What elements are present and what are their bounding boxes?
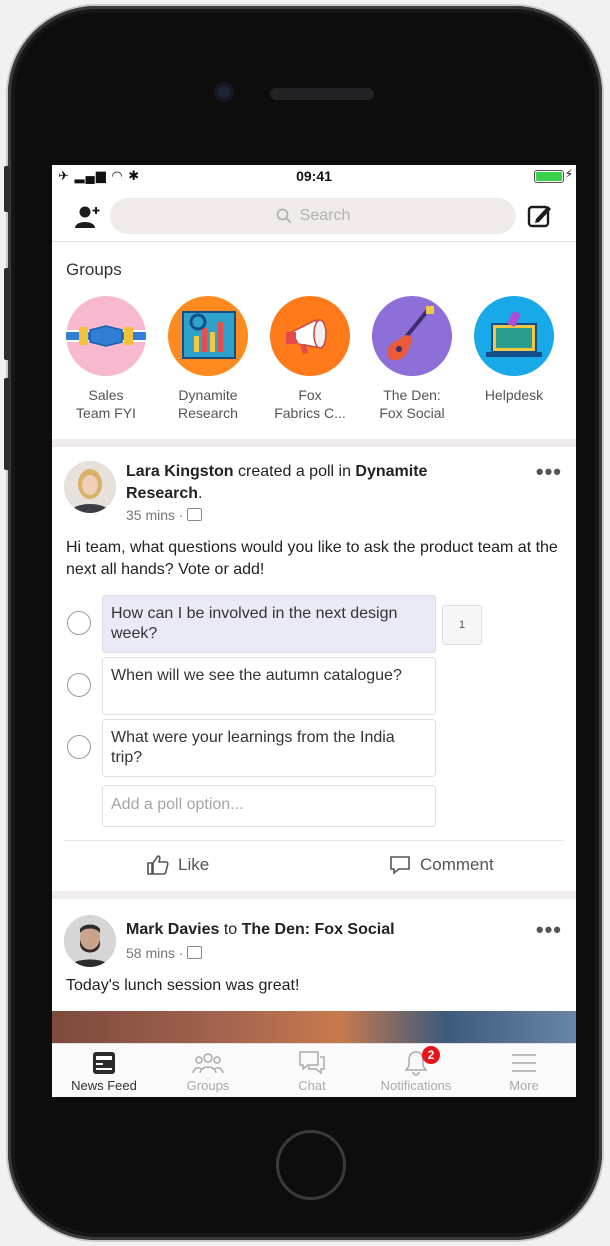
group-label-line1: Sales xyxy=(88,387,124,403)
group-label-line1: Fox xyxy=(298,387,322,403)
avatar[interactable] xyxy=(64,915,116,967)
search-placeholder: Search xyxy=(299,207,351,224)
home-button[interactable] xyxy=(276,1130,346,1200)
group-label-line2: Fabrics C... xyxy=(274,405,346,421)
more-options-icon[interactable]: ••• xyxy=(536,917,562,943)
charging-icon: ⚡ xyxy=(564,167,573,181)
group-fox-fabrics[interactable]: Fox Fabrics C... xyxy=(268,296,352,422)
mute-switch xyxy=(4,166,10,212)
post-photo[interactable] xyxy=(52,1011,576,1043)
tab-bar: News Feed Groups Chat 2 Notifications Mo… xyxy=(52,1043,576,1097)
post-header: Mark Davies to The Den: Fox Social xyxy=(126,919,486,941)
earpiece-speaker xyxy=(270,88,374,100)
volume-up-button xyxy=(4,268,10,360)
group-label-line2: Fox Social xyxy=(379,405,445,421)
status-time: 09:41 xyxy=(296,168,332,184)
status-bar: ✈ ▂▄▆ ◠ ✱ 09:41 ⚡ xyxy=(52,165,576,187)
groups-icon xyxy=(192,1053,224,1074)
tab-chat[interactable]: Chat xyxy=(260,1048,364,1093)
group-label-line2: Research xyxy=(178,405,238,421)
post-meta: 35 mins · xyxy=(126,507,203,523)
thumbs-up-icon xyxy=(147,855,169,875)
feed-post: Mark Davies to The Den: Fox Social 58 mi… xyxy=(52,899,576,1011)
search-bar[interactable]: Search xyxy=(110,198,516,234)
laptop-icon xyxy=(474,296,554,376)
bar-chart-icon xyxy=(168,296,248,376)
group-the-den-fox-social[interactable]: The Den: Fox Social xyxy=(370,296,454,422)
feed-divider xyxy=(52,891,576,899)
feed-divider xyxy=(52,439,576,447)
menu-icon xyxy=(512,1054,536,1072)
comment-label: Comment xyxy=(420,855,494,874)
group-link[interactable]: The Den: Fox Social xyxy=(242,921,395,938)
more-options-icon[interactable]: ••• xyxy=(536,459,562,485)
tab-label: More xyxy=(509,1078,539,1093)
tab-groups[interactable]: Groups xyxy=(156,1048,260,1093)
add-user-icon[interactable] xyxy=(74,203,102,231)
feed-post-poll: Lara Kingston created a poll in Dynamite… xyxy=(52,447,576,889)
compose-icon[interactable] xyxy=(526,202,554,230)
post-action-text: created a poll in xyxy=(233,463,356,480)
volume-down-button xyxy=(4,378,10,470)
app-screen: ✈ ▂▄▆ ◠ ✱ 09:41 ⚡ Search Groups Sales Te… xyxy=(52,165,576,1097)
tab-label: Groups xyxy=(186,1078,230,1093)
comment-icon xyxy=(390,856,410,875)
comment-button[interactable]: Comment xyxy=(388,853,494,877)
group-label-line1: Dynamite xyxy=(178,387,238,403)
handshake-icon xyxy=(66,296,146,376)
group-label-line2: Team FYI xyxy=(76,405,136,421)
post-time[interactable]: 35 mins xyxy=(126,507,175,523)
author-name[interactable]: Mark Davies xyxy=(126,921,219,938)
tab-more[interactable]: More xyxy=(472,1048,576,1093)
vote-count[interactable]: 1 xyxy=(442,605,482,645)
post-body: Hi team, what questions would you like t… xyxy=(66,539,558,578)
news-feed-icon xyxy=(93,1052,115,1074)
battery-icon xyxy=(534,170,564,183)
poll-option[interactable]: When will we see the autumn catalogue? xyxy=(102,657,436,715)
front-camera xyxy=(214,82,234,102)
top-bar: Search xyxy=(52,193,576,242)
megaphone-icon xyxy=(270,296,350,376)
author-name[interactable]: Lara Kingston xyxy=(126,463,234,480)
group-sales-team-fyi[interactable]: Sales Team FYI xyxy=(64,296,148,422)
poll-radio[interactable] xyxy=(67,735,91,759)
group-privacy-icon xyxy=(187,946,203,959)
chat-icon xyxy=(299,1051,325,1075)
search-icon xyxy=(276,208,292,224)
tab-news-feed[interactable]: News Feed xyxy=(52,1048,156,1093)
poll-option[interactable]: What were your learnings from the India … xyxy=(102,719,436,777)
tab-notifications[interactable]: 2 Notifications xyxy=(364,1046,468,1093)
poll-radio[interactable] xyxy=(67,673,91,697)
post-action-text: to xyxy=(219,921,242,938)
like-button[interactable]: Like xyxy=(146,853,209,877)
post-actions: Like Comment xyxy=(64,840,564,891)
post-header: Lara Kingston created a poll in Dynamite… xyxy=(126,461,486,505)
like-label: Like xyxy=(178,855,210,874)
tab-label: Notifications xyxy=(380,1078,452,1093)
post-meta: 58 mins · xyxy=(126,945,203,961)
notification-badge: 2 xyxy=(422,1046,440,1064)
post-body: Today's lunch session was great! xyxy=(66,977,300,994)
guitar-icon xyxy=(372,296,452,376)
post-time[interactable]: 58 mins xyxy=(126,945,175,961)
groups-section: Groups Sales Team FYI Dynamite Research … xyxy=(52,242,576,439)
add-poll-option-input[interactable]: Add a poll option... xyxy=(102,785,436,827)
poll-option[interactable]: How can I be involved in the next design… xyxy=(102,595,436,653)
groups-title: Groups xyxy=(66,260,122,279)
punctuation: . xyxy=(198,485,203,502)
tab-label: Chat xyxy=(298,1078,326,1093)
tab-label: News Feed xyxy=(71,1078,137,1093)
group-dynamite-research[interactable]: Dynamite Research xyxy=(166,296,250,422)
poll-radio[interactable] xyxy=(67,611,91,635)
group-label-line1: The Den: xyxy=(383,387,441,403)
avatar[interactable] xyxy=(64,461,116,513)
group-label-line1: Helpdesk xyxy=(484,387,544,403)
group-privacy-icon xyxy=(187,508,203,521)
group-helpdesk[interactable]: Helpdesk xyxy=(472,296,556,404)
